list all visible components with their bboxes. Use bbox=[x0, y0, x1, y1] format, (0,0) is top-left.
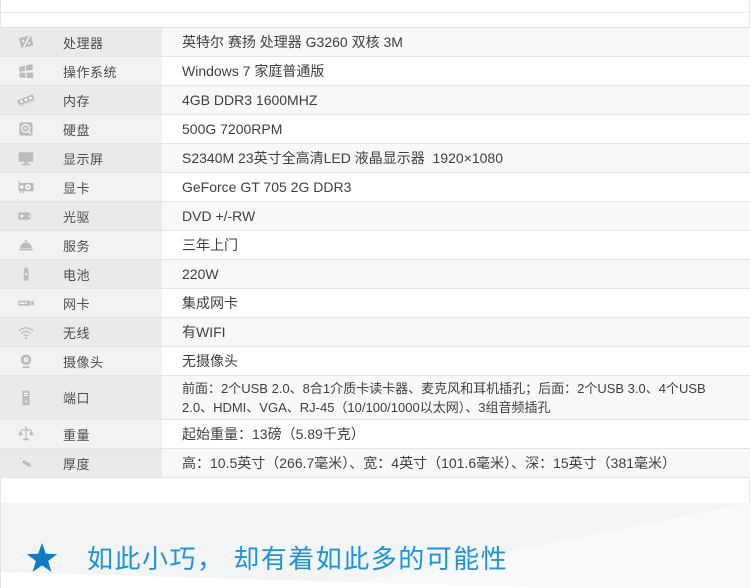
spec-row: 摄像头 无摄像头 bbox=[0, 347, 750, 376]
spec-value: 无摄像头 bbox=[162, 347, 750, 375]
spec-label: 端口 bbox=[63, 391, 91, 406]
banner-slogan: 如此小巧， 却有着如此多的可能性 bbox=[87, 544, 509, 574]
spec-value: 4GB DDR3 1600MHZ bbox=[162, 86, 750, 114]
spec-label-cell: 光驱 bbox=[0, 202, 162, 230]
spec-label: 厚度 bbox=[63, 456, 91, 472]
spec-value: 集成网卡 bbox=[162, 289, 750, 317]
spec-row: 无线 有WIFI bbox=[0, 318, 750, 347]
spec-value: S2340M 23英寸全高清LED 液晶显示器 1920×1080 bbox=[162, 144, 750, 172]
spec-row: 服务 三年上门 bbox=[0, 231, 750, 260]
spec-row: 端口 前面：2个USB 2.0、8合1介质卡读卡器、麦克风和耳机插孔；后面：2个U… bbox=[0, 376, 750, 420]
spec-label: 摄像头 bbox=[63, 354, 104, 370]
spec-label-cell: 处理器 bbox=[0, 28, 162, 56]
spec-label: 重量 bbox=[63, 427, 91, 443]
spec-value: 220W bbox=[162, 260, 750, 288]
spec-row: 硬盘 500G 7200RPM bbox=[0, 115, 750, 144]
banner-content: 如此小巧， 却有着如此多的可能性 bbox=[25, 539, 508, 576]
spec-row: 操作系统 Windows 7 家庭普通版 bbox=[0, 57, 750, 86]
spec-row: 网卡 集成网卡 bbox=[0, 289, 750, 318]
ram-icon bbox=[16, 90, 36, 110]
spec-label-cell: 操作系统 bbox=[0, 57, 162, 85]
spec-value: Windows 7 家庭普通版 bbox=[162, 57, 750, 85]
product-spec-page: 处理器 英特尔 赛扬 处理器 G3260 双核 3M 操作系统 Windows 7 家… bbox=[0, 0, 750, 588]
spec-value: 高：10.5英寸（266.7毫米）、宽：4英寸（101.6毫米）、深：15英寸（… bbox=[162, 449, 750, 477]
spec-label: 服务 bbox=[63, 238, 91, 254]
spec-value: DVD +/-RW bbox=[162, 202, 750, 230]
caliper-icon bbox=[16, 453, 36, 473]
spec-label: 硬盘 bbox=[63, 122, 91, 138]
spec-label-cell: 服务 bbox=[0, 231, 162, 259]
spec-value: 有WIFI bbox=[162, 318, 750, 346]
windows-icon bbox=[16, 61, 36, 81]
spec-label: 网卡 bbox=[63, 296, 91, 312]
spec-label: 无线 bbox=[63, 325, 91, 341]
spec-row: 处理器 英特尔 赛扬 处理器 G3260 双核 3M bbox=[0, 28, 750, 57]
spec-label: 内存 bbox=[63, 93, 91, 109]
scale-icon bbox=[16, 424, 36, 444]
spec-table: 处理器 英特尔 赛扬 处理器 G3260 双核 3M 操作系统 Windows 7 家… bbox=[0, 27, 750, 478]
spec-label-cell: 网卡 bbox=[0, 289, 162, 317]
spec-label: 操作系统 bbox=[63, 64, 118, 80]
spec-row: 厚度 高：10.5英寸（266.7毫米）、宽：4英寸（101.6毫米）、深：15英… bbox=[0, 449, 750, 478]
gpu-icon bbox=[16, 177, 36, 197]
spec-label-cell: 厚度 bbox=[0, 449, 162, 477]
webcam-icon bbox=[16, 351, 36, 371]
feature-banner: 如此小巧， 却有着如此多的可能性 bbox=[0, 503, 750, 588]
spec-value: 英特尔 赛扬 处理器 G3260 双核 3M bbox=[162, 28, 750, 56]
spec-label-cell: 电池 bbox=[0, 260, 162, 288]
spec-row: 显示屏 S2340M 23英寸全高清LED 液晶显示器 1920×1080 bbox=[0, 144, 750, 173]
wifi-icon bbox=[16, 322, 36, 342]
spec-label-cell: 端口 bbox=[0, 376, 162, 419]
spec-label-cell: 重量 bbox=[0, 420, 162, 448]
optical-drive-icon bbox=[16, 206, 36, 226]
spec-label: 处理器 bbox=[63, 35, 104, 51]
spec-label: 电池 bbox=[63, 267, 91, 283]
battery-icon bbox=[16, 264, 36, 284]
cpu-icon bbox=[16, 32, 36, 52]
spec-value: GeForce GT 705 2G DDR3 bbox=[162, 173, 750, 201]
spec-value: 前面：2个USB 2.0、8合1介质卡读卡器、麦克风和耳机插孔；后面：2个USB… bbox=[162, 376, 750, 419]
spec-row: 重量 起始重量：13磅（5.89千克） bbox=[0, 420, 750, 449]
spec-label: 显卡 bbox=[63, 180, 91, 196]
spec-label-cell: 内存 bbox=[0, 86, 162, 114]
spec-label-cell: 摄像头 bbox=[0, 347, 162, 375]
spec-value: 起始重量：13磅（5.89千克） bbox=[162, 420, 750, 448]
spec-value: 500G 7200RPM bbox=[162, 115, 750, 143]
spec-row: 内存 4GB DDR3 1600MHZ bbox=[0, 86, 750, 115]
service-bell-icon bbox=[16, 235, 36, 255]
spec-row: 电池 220W bbox=[0, 260, 750, 289]
spec-label: 显示屏 bbox=[63, 151, 104, 167]
spec-label-cell: 显卡 bbox=[0, 173, 162, 201]
spec-label-cell: 无线 bbox=[0, 318, 162, 346]
spec-label: 光驱 bbox=[63, 209, 91, 225]
tower-icon bbox=[16, 388, 36, 408]
spec-label-cell: 硬盘 bbox=[0, 115, 162, 143]
previous-section-edge bbox=[0, 0, 750, 13]
spec-value: 三年上门 bbox=[162, 231, 750, 259]
monitor-icon bbox=[16, 148, 36, 168]
spec-label-cell: 显示屏 bbox=[0, 144, 162, 172]
network-card-icon bbox=[16, 293, 36, 313]
spec-row: 显卡 GeForce GT 705 2G DDR3 bbox=[0, 173, 750, 202]
star-icon bbox=[25, 542, 59, 574]
spec-row: 光驱 DVD +/-RW bbox=[0, 202, 750, 231]
hdd-icon bbox=[16, 119, 36, 139]
